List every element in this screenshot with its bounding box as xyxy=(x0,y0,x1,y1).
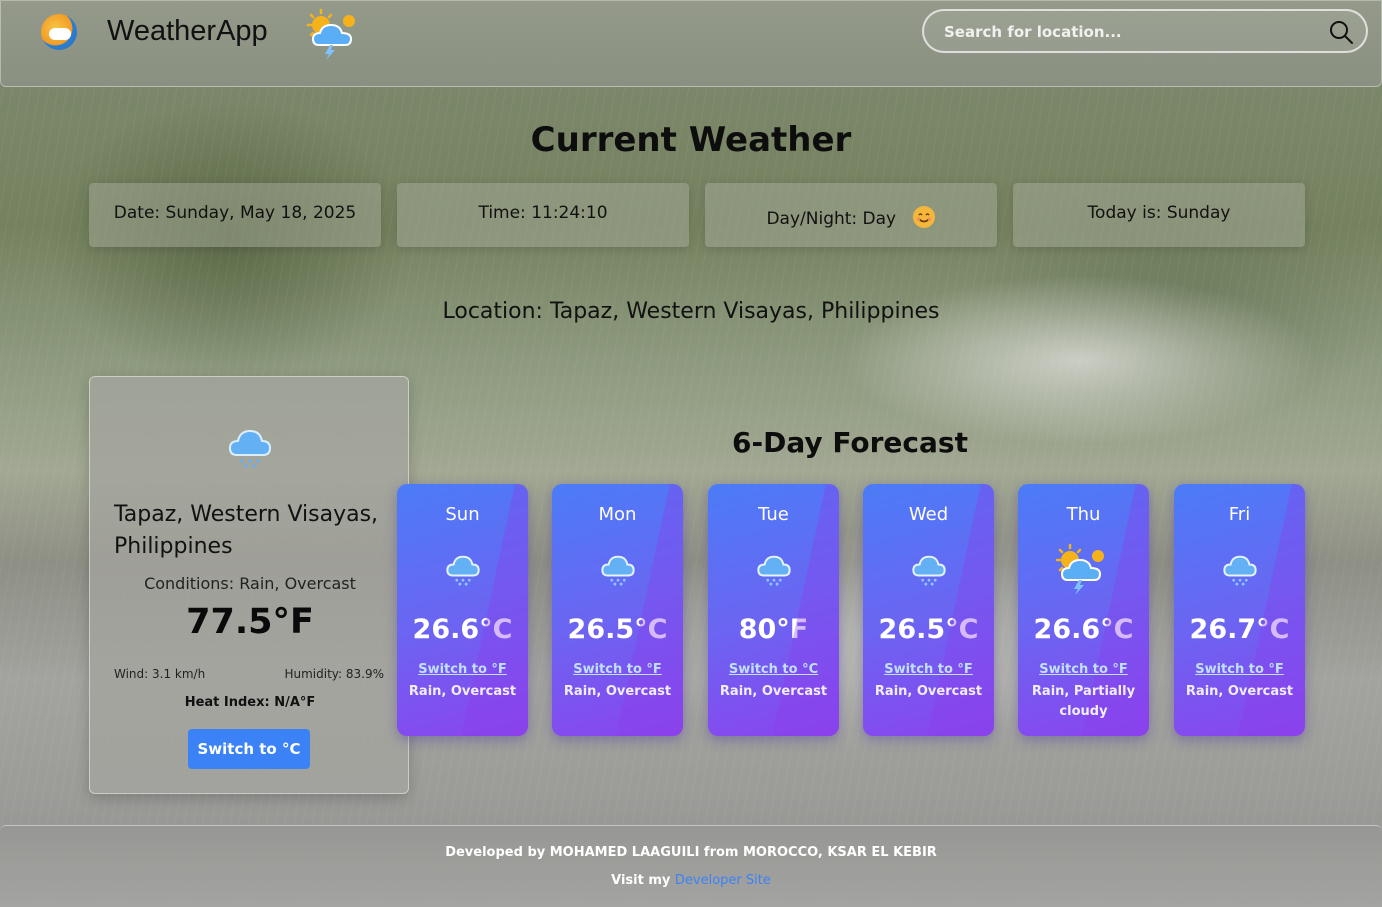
forecast-temperature: 26.6°C xyxy=(1033,614,1134,645)
forecast-temperature: 26.5°C xyxy=(567,614,668,645)
forecast-switch-link[interactable]: Switch to °F xyxy=(1174,662,1305,677)
developer-site-link[interactable]: Developer Site xyxy=(675,873,771,888)
time-label: Time: 11:24:10 xyxy=(478,203,608,223)
forecast-condition: Rain, Overcast xyxy=(408,684,517,699)
rain-cloud-icon xyxy=(228,429,272,468)
forecast-day: Thu xyxy=(1066,504,1101,525)
forecast-day: Sun xyxy=(445,504,480,525)
app-logo-icon xyxy=(41,14,77,50)
rain-cloud-icon xyxy=(601,555,635,586)
rain-cloud-icon xyxy=(757,555,791,586)
footer: Developed by MOHAMED LAAGUILI from MOROC… xyxy=(0,825,1382,907)
forecast-card: Tue 80°F Switch to °C Rain, Overcast xyxy=(708,484,839,736)
forecast-switch-link[interactable]: Switch to °F xyxy=(863,662,994,677)
current-weather-card: Tapaz, Western Visayas, Philippines Cond… xyxy=(89,376,409,794)
forecast-temperature: 26.5°C xyxy=(878,614,979,645)
forecast-condition: Rain, Overcast xyxy=(563,684,672,699)
forecast-card: Thu 26.6°C Switch to °F Rain, Partially … xyxy=(1018,484,1149,736)
today-box: Today is: Sunday xyxy=(1013,183,1305,247)
day-night-label: Day/Night: Day xyxy=(766,209,897,229)
forecast-switch-link[interactable]: Switch to °C xyxy=(708,662,839,677)
location-line: Location: Tapaz, Western Visayas, Philip… xyxy=(442,299,940,324)
sun-thunder-cloud-icon xyxy=(306,8,355,60)
search-box[interactable] xyxy=(922,9,1368,53)
current-weather-title: Current Weather xyxy=(530,120,852,160)
forecast-condition: Rain, Overcast xyxy=(719,684,828,699)
card-temperature: 77.5°F xyxy=(186,602,314,642)
sun-thunder-cloud-icon xyxy=(1055,543,1104,595)
card-humidity: Humidity: 83.9% xyxy=(284,667,384,681)
search-input[interactable] xyxy=(944,21,1314,43)
today-label: Today is: Sunday xyxy=(1087,203,1231,223)
search-icon[interactable] xyxy=(1328,19,1354,45)
day-night-box: Day/Night: Day xyxy=(705,183,997,247)
footer-visit: Visit my Developer Site xyxy=(0,873,1382,888)
rain-cloud-icon xyxy=(912,555,946,586)
forecast-temperature: 80°F xyxy=(738,614,809,645)
forecast-condition: Rain, Overcast xyxy=(1185,684,1294,699)
card-wind: Wind: 3.1 km/h xyxy=(114,667,206,681)
smile-emoji-icon xyxy=(912,206,935,228)
date-label: Date: Sunday, May 18, 2025 xyxy=(113,203,357,223)
footer-visit-prefix: Visit my xyxy=(611,873,671,888)
forecast-switch-link[interactable]: Switch to °F xyxy=(552,662,683,677)
forecast-card: Mon 26.5°C Switch to °F Rain, Overcast xyxy=(552,484,683,736)
card-conditions: Conditions: Rain, Overcast xyxy=(144,574,356,593)
forecast-title: 6-Day Forecast xyxy=(732,426,968,459)
forecast-day: Fri xyxy=(1228,504,1251,525)
forecast-temperature: 26.6°C xyxy=(412,614,513,645)
forecast-temperature: 26.7°C xyxy=(1189,614,1290,645)
forecast-card: Wed 26.5°C Switch to °F Rain, Overcast xyxy=(863,484,994,736)
time-box: Time: 11:24:10 xyxy=(397,183,689,247)
app-title: WeatherApp xyxy=(107,15,268,47)
forecast-condition: Rain, Overcast xyxy=(874,684,983,699)
forecast-card: Fri 26.7°C Switch to °F Rain, Overcast xyxy=(1174,484,1305,736)
forecast-card: Sun 26.6°C Switch to °F Rain, Overcast xyxy=(397,484,528,736)
rain-cloud-icon xyxy=(446,555,480,586)
forecast-day: Mon xyxy=(598,504,637,525)
date-box: Date: Sunday, May 18, 2025 xyxy=(89,183,381,247)
switch-unit-button[interactable]: Switch to °C xyxy=(188,729,310,769)
forecast-condition: Rain, Partially cloudy xyxy=(1031,684,1136,719)
forecast-day: Wed xyxy=(908,504,949,525)
header: WeatherApp xyxy=(0,0,1382,87)
rain-cloud-icon xyxy=(1223,555,1257,586)
forecast-switch-link[interactable]: Switch to °F xyxy=(397,662,528,677)
forecast-day: Tue xyxy=(758,504,789,525)
card-location: Tapaz, Western Visayas, Philippines xyxy=(114,502,379,559)
forecast-switch-link[interactable]: Switch to °F xyxy=(1018,662,1149,677)
footer-developer: Developed by MOHAMED LAAGUILI from MOROC… xyxy=(445,845,937,860)
card-heat-index: Heat Index: N/A°F xyxy=(184,695,316,710)
